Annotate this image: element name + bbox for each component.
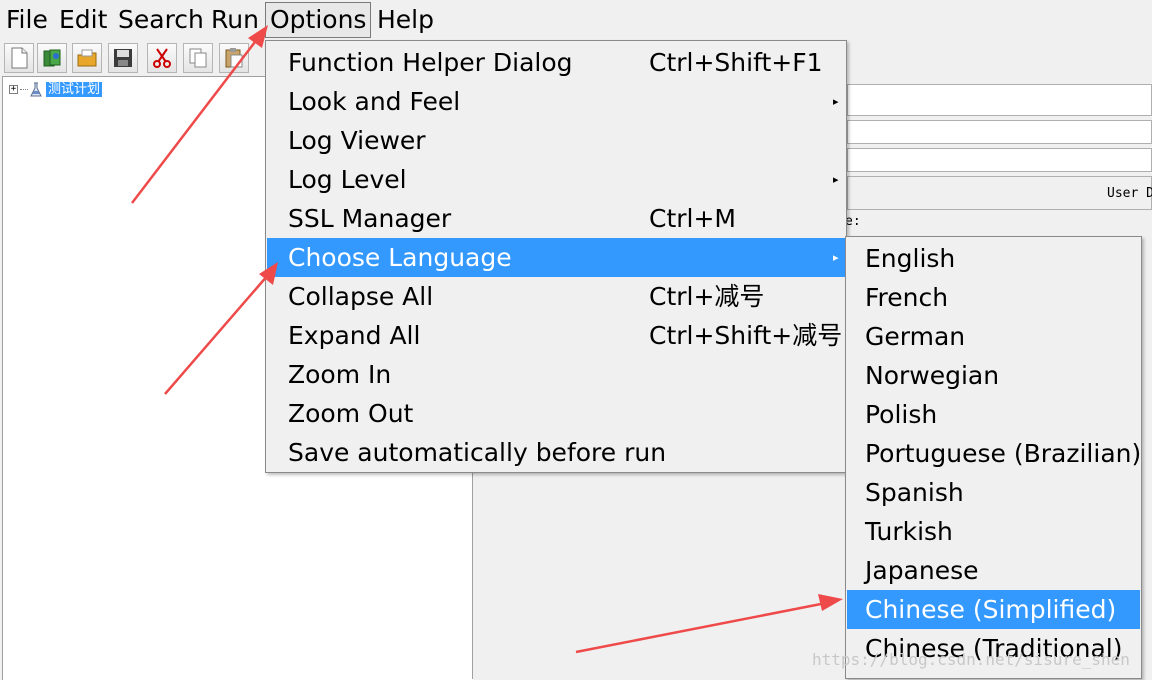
user-defined-variables-label: User D xyxy=(1107,186,1152,201)
menu-item-log-viewer[interactable]: Log Viewer xyxy=(267,121,845,160)
tree-node-label[interactable]: 测试计划 xyxy=(46,81,103,97)
expand-toggle-icon[interactable]: + xyxy=(9,84,18,94)
tree-connector xyxy=(20,88,28,90)
templates-button[interactable] xyxy=(37,43,67,73)
name-field[interactable] xyxy=(847,120,1152,144)
language-label: Norwegian xyxy=(865,361,1000,390)
menu-item-choose-language[interactable]: Choose Language ▸ xyxy=(267,238,845,277)
language-label: French xyxy=(865,283,949,312)
menu-item-save-automatically[interactable]: Save automatically before run xyxy=(267,433,845,472)
menu-item-ssl-manager[interactable]: SSL Manager Ctrl+M xyxy=(267,199,845,238)
open-button[interactable] xyxy=(72,43,102,73)
language-label: Spanish xyxy=(865,478,964,507)
language-turkish[interactable]: Turkish xyxy=(847,512,1140,551)
menu-help[interactable]: Help xyxy=(373,2,438,38)
paste-icon xyxy=(225,48,243,68)
menu-item-expand-all[interactable]: Expand All Ctrl+Shift+减号 xyxy=(267,316,845,355)
menu-item-label: Choose Language xyxy=(288,243,512,272)
new-button[interactable] xyxy=(4,43,34,73)
templates-icon xyxy=(43,49,61,67)
toolbar xyxy=(0,40,270,74)
menu-run[interactable]: Run xyxy=(207,2,263,38)
language-polish[interactable]: Polish xyxy=(847,395,1140,434)
language-chinese-simplified[interactable]: Chinese (Simplified) xyxy=(847,590,1140,629)
menu-item-label: Collapse All xyxy=(288,282,434,311)
menu-item-label: Function Helper Dialog xyxy=(288,48,573,77)
menu-item-log-level[interactable]: Log Level ▸ xyxy=(267,160,845,199)
submenu-arrow-icon: ▸ xyxy=(833,95,839,108)
menu-item-function-helper-dialog[interactable]: Function Helper Dialog Ctrl+Shift+F1 xyxy=(267,43,845,82)
menu-options[interactable]: Options xyxy=(265,2,372,38)
tree-node-root[interactable]: + 测试计划 xyxy=(9,81,103,97)
menu-item-accelerator: Ctrl+Shift+减号 xyxy=(649,321,843,350)
menu-item-accelerator: Ctrl+减号 xyxy=(649,282,765,311)
menu-bar: File Edit Search Run Options Help xyxy=(0,0,1152,40)
language-label: English xyxy=(865,244,956,273)
menu-item-label: Look and Feel xyxy=(288,87,461,116)
language-label: Japanese xyxy=(865,556,979,585)
language-label: Portuguese (Brazilian) xyxy=(865,439,1142,468)
language-german[interactable]: German xyxy=(847,317,1140,356)
menu-item-label: Expand All xyxy=(288,321,421,350)
menu-search[interactable]: Search xyxy=(114,2,208,38)
language-label: Turkish xyxy=(865,517,953,546)
menu-item-collapse-all[interactable]: Collapse All Ctrl+减号 xyxy=(267,277,845,316)
language-label: Chinese (Simplified) xyxy=(865,595,1117,624)
menu-item-zoom-out[interactable]: Zoom Out xyxy=(267,394,845,433)
cut-icon xyxy=(153,48,171,68)
language-spanish[interactable]: Spanish xyxy=(847,473,1140,512)
open-icon xyxy=(77,49,97,67)
copy-icon xyxy=(189,48,207,68)
menu-item-accelerator: Ctrl+M xyxy=(649,204,736,233)
comments-field[interactable] xyxy=(847,148,1152,172)
paste-button[interactable] xyxy=(219,43,249,73)
language-norwegian[interactable]: Norwegian xyxy=(847,356,1140,395)
language-label: Polish xyxy=(865,400,938,429)
menu-item-label: Save automatically before run xyxy=(288,438,667,467)
language-label: German xyxy=(865,322,966,351)
language-japanese[interactable]: Japanese xyxy=(847,551,1140,590)
watermark: https://blog.csdn.net/sisure_shen xyxy=(812,650,1130,669)
field-label: e: xyxy=(845,214,861,229)
menu-item-accelerator: Ctrl+Shift+F1 xyxy=(649,48,823,77)
cut-button[interactable] xyxy=(147,43,177,73)
menu-item-label: Log Viewer xyxy=(288,126,426,155)
submenu-arrow-icon: ▸ xyxy=(833,173,839,186)
menu-item-label: Zoom Out xyxy=(288,399,414,428)
new-icon xyxy=(11,47,28,69)
menu-item-look-and-feel[interactable]: Look and Feel ▸ xyxy=(267,82,845,121)
right-panel-header xyxy=(847,84,1152,116)
choose-language-submenu: English French German Norwegian Polish P… xyxy=(845,236,1142,679)
menu-file[interactable]: File xyxy=(2,2,52,38)
menu-edit[interactable]: Edit xyxy=(55,2,111,38)
menu-item-label: SSL Manager xyxy=(288,204,452,233)
save-icon xyxy=(114,49,132,67)
submenu-arrow-icon: ▸ xyxy=(833,251,839,264)
language-portuguese-brazilian[interactable]: Portuguese (Brazilian) xyxy=(847,434,1142,473)
flask-icon xyxy=(30,82,42,96)
save-button[interactable] xyxy=(108,43,138,73)
menu-item-zoom-in[interactable]: Zoom In xyxy=(267,355,845,394)
menu-item-label: Log Level xyxy=(288,165,407,194)
language-english[interactable]: English xyxy=(847,239,1140,278)
language-french[interactable]: French xyxy=(847,278,1140,317)
copy-button[interactable] xyxy=(183,43,213,73)
menu-item-label: Zoom In xyxy=(288,360,392,389)
options-menu: Function Helper Dialog Ctrl+Shift+F1 Loo… xyxy=(265,40,847,473)
